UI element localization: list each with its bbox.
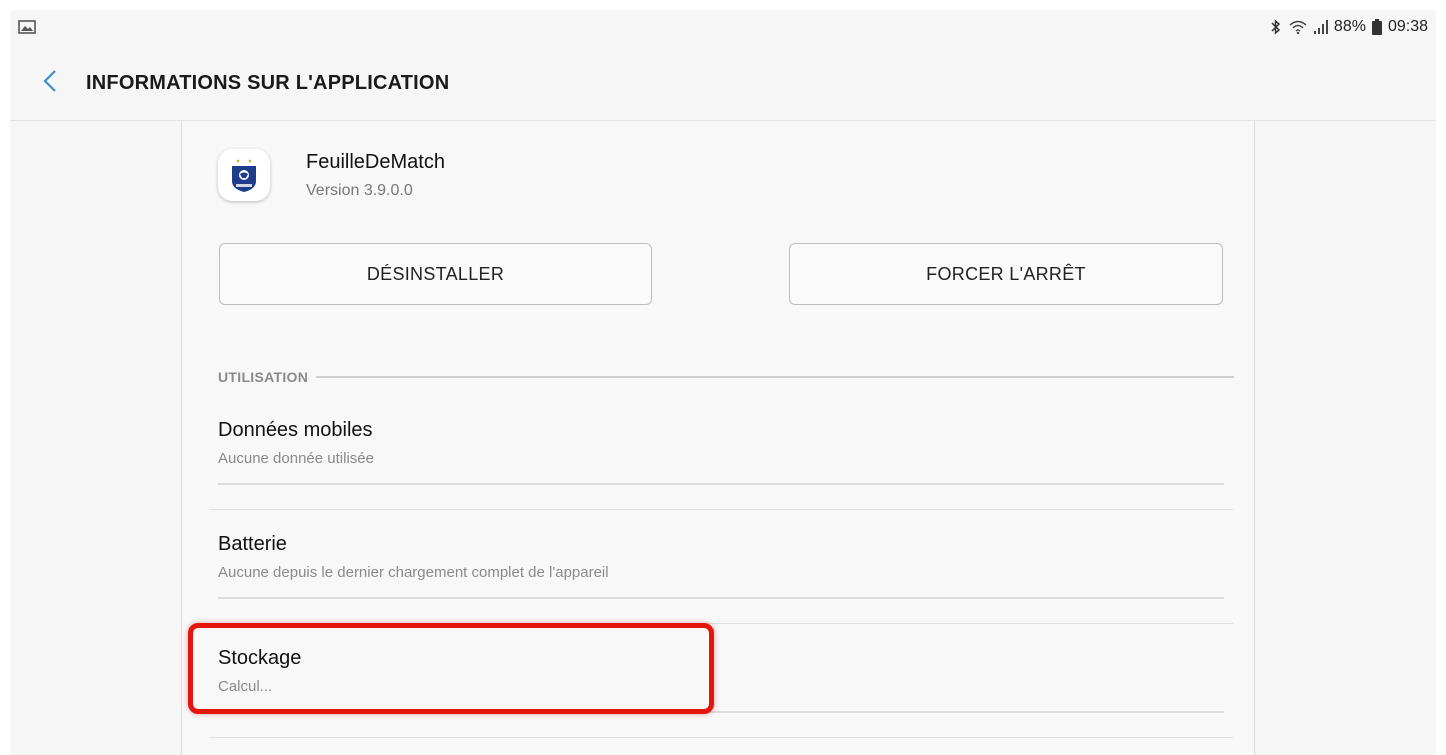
item-separator xyxy=(209,737,1233,738)
battery-item[interactable]: Batterie Aucune depuis le dernier charge… xyxy=(218,533,1224,581)
item-separator xyxy=(209,509,1233,510)
section-divider xyxy=(316,376,1234,378)
fff-logo-icon xyxy=(218,149,270,201)
app-info-row: FeuilleDeMatch Version 3.9.0.0 xyxy=(218,149,445,201)
item-divider xyxy=(218,711,1224,713)
usage-section-header: UTILISATION xyxy=(218,369,1234,385)
storage-item[interactable]: Stockage Calcul... xyxy=(218,647,1224,695)
item-title: Stockage xyxy=(218,647,302,669)
item-subtitle: Calcul... xyxy=(218,678,273,695)
item-subtitle: Aucune depuis le dernier chargement comp… xyxy=(218,564,609,581)
back-button[interactable] xyxy=(28,61,72,105)
force-stop-button[interactable]: FORCER L'ARRÊT xyxy=(789,243,1223,305)
mobile-data-item[interactable]: Données mobiles Aucune donnée utilisée xyxy=(218,419,1224,467)
app-bar: INFORMATIONS SUR L'APPLICATION xyxy=(10,44,1436,122)
app-name: FeuilleDeMatch xyxy=(306,150,445,173)
item-divider xyxy=(218,483,1224,485)
chevron-left-icon xyxy=(43,69,57,98)
battery-percent: 88% xyxy=(1333,18,1366,35)
item-separator xyxy=(209,623,1233,624)
app-info-screen: 88% 09:38 INFORMATIONS SUR L'APPLICATION xyxy=(10,10,1436,755)
page-title: INFORMATIONS SUR L'APPLICATION xyxy=(86,71,450,94)
status-time: 09:38 xyxy=(1387,18,1428,35)
section-label: UTILISATION xyxy=(218,369,309,385)
battery-icon xyxy=(1371,19,1382,35)
status-bar: 88% 09:38 xyxy=(10,10,1436,44)
uninstall-button[interactable]: DÉSINSTALLER xyxy=(219,243,652,305)
item-divider xyxy=(218,597,1224,599)
content-panel: FeuilleDeMatch Version 3.9.0.0 DÉSINSTAL… xyxy=(181,121,1255,755)
bluetooth-icon xyxy=(1270,19,1282,35)
app-version: Version 3.9.0.0 xyxy=(306,181,413,199)
wifi-icon xyxy=(1288,19,1308,35)
item-title: Batterie xyxy=(218,533,287,555)
item-title: Données mobiles xyxy=(218,419,373,441)
signal-icon xyxy=(1313,19,1328,35)
item-subtitle: Aucune donnée utilisée xyxy=(218,450,374,467)
image-notification-icon xyxy=(18,19,36,35)
